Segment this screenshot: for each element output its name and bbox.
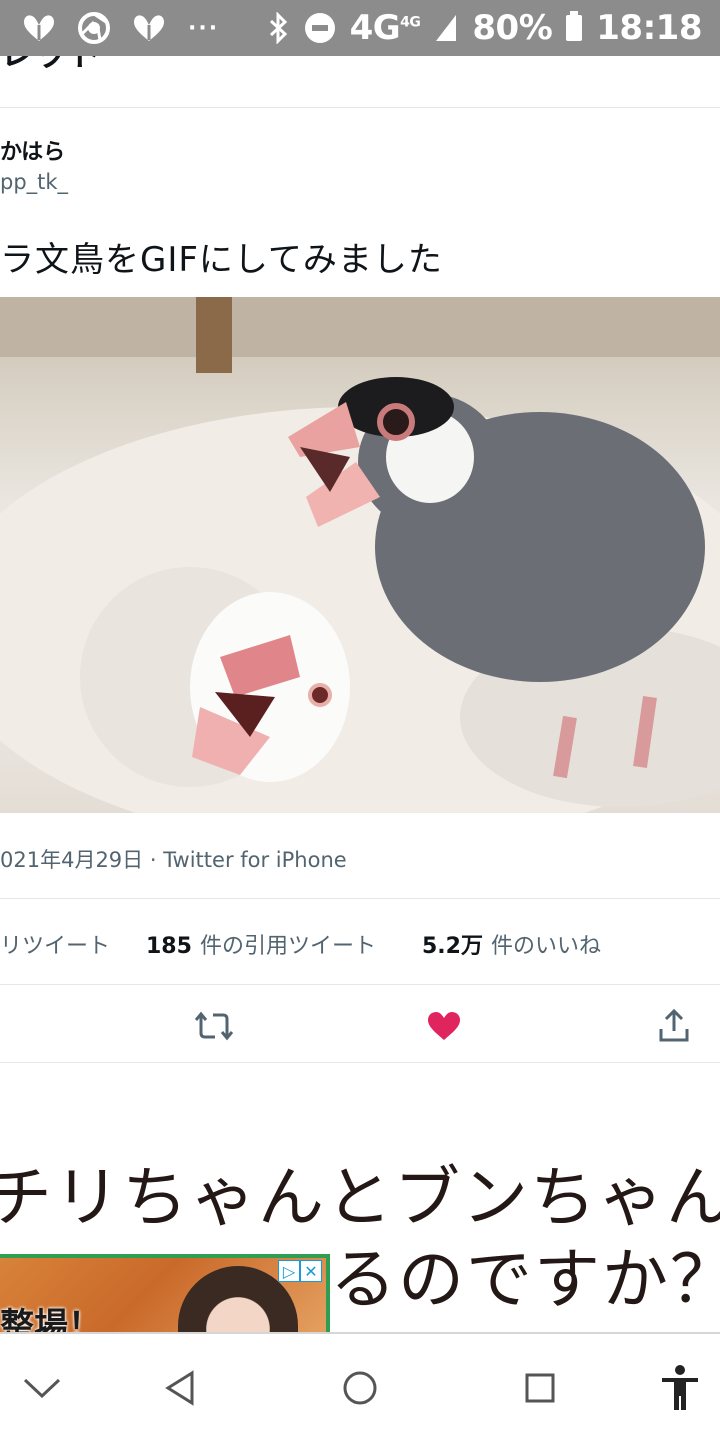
divider	[0, 898, 720, 899]
ad-text: 整場！	[0, 1306, 102, 1334]
thread-header: レッド	[0, 56, 720, 108]
heart-icon[interactable]	[422, 1004, 466, 1048]
ad-choices-icon[interactable]: ▷	[278, 1260, 300, 1282]
status-bar-left: ···	[22, 12, 241, 44]
tweet-text: ラ文鳥をGIFにしてみました	[0, 240, 443, 280]
notification-overflow: ···	[188, 15, 220, 41]
ad-controls: ▷ ✕	[278, 1260, 322, 1282]
tweet-media-gif[interactable]	[0, 297, 720, 813]
ad-banner[interactable]: 整場！ ▷ ✕	[0, 1254, 330, 1334]
likes-stat[interactable]: 5.2万 件のいいね	[422, 928, 601, 960]
tweet-actions	[0, 996, 720, 1056]
quote-tweets-stat[interactable]: 185 件の引用ツイート	[146, 928, 376, 960]
status-bar-right: 4G4G 80% 18:18	[254, 8, 702, 48]
back-icon[interactable]	[152, 1360, 208, 1416]
thread-title: レッド	[0, 56, 102, 75]
share-icon[interactable]	[652, 1004, 696, 1048]
status-bar: ··· 4G4G 80% 18:18	[0, 0, 720, 56]
chevron-down-icon[interactable]	[14, 1360, 70, 1416]
close-icon[interactable]: ✕	[300, 1260, 322, 1282]
chrome-icon	[78, 12, 110, 44]
author-name[interactable]: かはら	[0, 134, 65, 166]
battery-percent: 80%	[472, 8, 553, 48]
line-app-icon	[24, 15, 54, 41]
home-icon[interactable]	[332, 1360, 388, 1416]
network-type: 4G4G	[349, 8, 421, 48]
divider	[0, 1062, 720, 1063]
recents-icon[interactable]	[512, 1360, 568, 1416]
navigation-bar	[0, 1332, 720, 1440]
battery-icon	[566, 11, 583, 41]
line-app-icon-2	[134, 15, 164, 41]
bird-photo	[0, 297, 720, 813]
signal-icon	[436, 15, 457, 41]
divider	[0, 984, 720, 985]
accessibility-icon[interactable]	[652, 1360, 708, 1416]
retweets-stat[interactable]: リツイート	[0, 928, 110, 960]
bluetooth-icon	[269, 12, 287, 44]
clock: 18:18	[596, 8, 702, 48]
author-handle[interactable]: pp_tk_	[0, 170, 68, 194]
retweet-icon[interactable]	[192, 1004, 236, 1048]
do-not-disturb-icon	[304, 13, 335, 43]
divider	[0, 107, 720, 108]
tweet-date-source[interactable]: 021年4月29日 · Twitter for iPhone	[0, 844, 347, 874]
heading-line-2: るのですか？	[330, 1241, 720, 1318]
